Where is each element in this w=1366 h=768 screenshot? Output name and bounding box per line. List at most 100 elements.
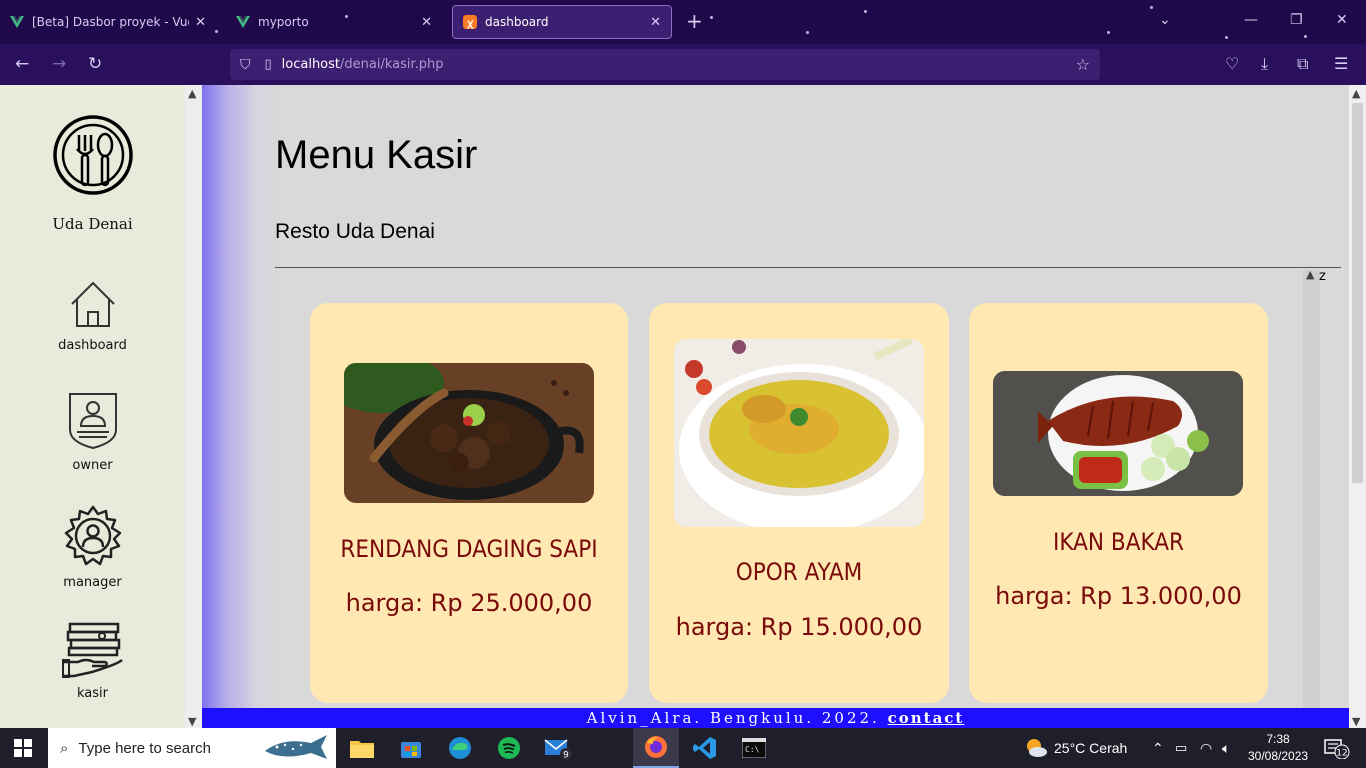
edge-icon[interactable]	[437, 728, 483, 768]
clock-date: 30/08/2023	[1248, 749, 1309, 763]
vscode-icon[interactable]	[682, 728, 728, 768]
partly-sunny-icon	[1027, 739, 1047, 757]
tab-label: [Beta] Dasbor proyek - Vue CLI	[32, 15, 189, 29]
sidebar-scrollbar[interactable]: ▲ ▼	[185, 85, 202, 728]
menu-item-name: IKAN BAKAR	[1053, 528, 1184, 556]
new-tab-button[interactable]: +	[686, 10, 703, 32]
ikan-bakar-photo	[993, 371, 1243, 496]
sidebar-item-owner[interactable]: owner	[0, 390, 185, 473]
weather-text: 25°C Cerah	[1054, 740, 1128, 756]
tab-label: dashboard	[485, 15, 549, 29]
firefox-icon[interactable]	[633, 728, 679, 768]
forward-icon[interactable]: →	[52, 54, 66, 74]
stray-label: z	[1319, 269, 1326, 284]
rendang-photo	[344, 363, 594, 503]
svg-text:C:\: C:\	[745, 745, 760, 754]
footer: Alvin_Alra. Bengkulu. 2022. contact	[202, 708, 1349, 728]
wifi-icon[interactable]: ◠	[1200, 728, 1212, 768]
sidebar-item-manager[interactable]: manager	[0, 505, 185, 590]
sidebar: Uda Denai dashboard owner manager kasir	[0, 85, 185, 728]
scroll-up-icon[interactable]: ▲	[188, 87, 196, 100]
page-subtitle: Resto Uda Denai	[275, 220, 435, 243]
page-scrollbar[interactable]: ▲ ▼	[1349, 85, 1366, 728]
close-icon[interactable]: ✕	[650, 15, 661, 30]
scroll-up-icon[interactable]: ▲	[1352, 87, 1360, 100]
close-window-icon[interactable]: ✕	[1336, 12, 1348, 28]
restore-icon[interactable]: ❐	[1290, 12, 1303, 28]
close-icon[interactable]: ✕	[195, 15, 206, 30]
gear-user-icon	[64, 505, 121, 566]
page-info-icon[interactable]: ▯	[265, 57, 272, 72]
tab-vue-cli[interactable]: [Beta] Dasbor proyek - Vue CLI ✕	[0, 5, 216, 39]
weather-widget[interactable]: 25°C Cerah	[1024, 728, 1127, 768]
search-icon: ⌕	[60, 739, 69, 757]
list-all-tabs-icon[interactable]: ⌄	[1159, 12, 1171, 28]
microsoft-store-icon[interactable]	[388, 728, 434, 768]
minimize-icon[interactable]: —	[1244, 12, 1258, 28]
menu-scrollbar[interactable]: ▲	[1303, 268, 1320, 728]
windows-start-icon[interactable]	[14, 739, 32, 757]
sidebar-item-label: dashboard	[58, 338, 127, 353]
xampp-icon: ꭓ	[463, 15, 477, 29]
browser-nav-bar: ← → ↻ ⛉ ▯ localhost/denai/kasir.php ☆ ♡ …	[0, 44, 1366, 85]
browser-tab-bar: [Beta] Dasbor proyek - Vue CLI ✕ myporto…	[0, 0, 1366, 44]
notification-count: 12	[1336, 749, 1347, 759]
volume-icon[interactable]: 🔈︎	[1222, 728, 1230, 768]
scrollbar-thumb[interactable]	[1352, 103, 1363, 483]
mail-badge: 9	[563, 751, 569, 761]
menu-item-name: OPOR AYAM	[735, 558, 863, 586]
sidebar-item-label: manager	[63, 575, 122, 590]
back-icon[interactable]: ←	[15, 54, 29, 74]
footer-text: Alvin_Alra. Bengkulu. 2022.	[586, 709, 880, 727]
sidebar-item-label: kasir	[77, 686, 108, 701]
brand-name: Uda Denai	[52, 215, 133, 233]
vue-icon	[236, 16, 250, 28]
downloads-icon[interactable]: ⤓	[1261, 54, 1268, 74]
opor-ayam-photo	[674, 339, 924, 527]
main-content: Menu Kasir Resto Uda Denai RENDANG DAGIN…	[202, 85, 1349, 728]
reload-icon[interactable]: ↻	[88, 54, 102, 74]
show-hidden-icons[interactable]: ⌃	[1152, 728, 1164, 768]
menu-item-price: harga: Rp 13.000,00	[995, 582, 1242, 610]
bookmark-star-icon[interactable]: ☆	[1076, 55, 1090, 74]
pocket-icon[interactable]: ♡	[1225, 54, 1239, 73]
contact-link[interactable]: contact	[888, 709, 965, 727]
taskbar-search[interactable]: ⌕ Type here to search	[48, 728, 336, 768]
menu-item-price: harga: Rp 25.000,00	[345, 589, 593, 617]
address-bar[interactable]: ⛉ ▯ localhost/denai/kasir.php ☆	[230, 49, 1100, 80]
tab-myporto[interactable]: myporto ✕	[226, 5, 442, 39]
sidebar-item-kasir[interactable]: kasir	[0, 622, 185, 701]
menu-item-price: harga: Rp 15.000,00	[675, 613, 923, 641]
close-icon[interactable]: ✕	[421, 15, 432, 30]
taskbar: ⌕ Type here to search 9 C:\ 25°C Cerah ⌃…	[0, 728, 1366, 768]
scroll-down-icon[interactable]: ▼	[188, 715, 196, 728]
spotify-icon[interactable]	[486, 728, 532, 768]
home-icon	[70, 281, 115, 327]
file-explorer-icon[interactable]	[339, 728, 385, 768]
sidebar-item-dashboard[interactable]: dashboard	[0, 280, 185, 353]
clock-time: 7:38	[1266, 732, 1290, 746]
notification-center-icon[interactable]: 12	[1324, 739, 1350, 759]
menu-card[interactable]: OPOR AYAM harga: Rp 15.000,00	[649, 303, 949, 703]
owner-badge-icon	[68, 393, 117, 450]
tracking-shield-icon[interactable]: ⛉	[240, 57, 251, 73]
url-host: localhost	[281, 57, 341, 72]
scroll-down-icon[interactable]: ▼	[1352, 715, 1360, 728]
battery-icon[interactable]: ▭	[1175, 728, 1187, 768]
sidebar-item-label: owner	[72, 458, 113, 473]
menu-icon[interactable]: ☰	[1334, 54, 1348, 73]
money-hand-icon	[61, 622, 123, 678]
restaurant-logo-icon	[53, 115, 133, 195]
mail-icon[interactable]: 9	[535, 728, 581, 768]
menu-card[interactable]: RENDANG DAGING SAPI harga: Rp 25.000,00	[310, 303, 628, 703]
menu-item-name: RENDANG DAGING SAPI	[340, 535, 598, 563]
scroll-up-icon[interactable]: ▲	[1306, 268, 1314, 281]
search-placeholder: Type here to search	[78, 739, 211, 757]
menu-card[interactable]: IKAN BAKAR harga: Rp 13.000,00	[969, 303, 1268, 703]
terminal-icon[interactable]: C:\	[731, 728, 777, 768]
tab-dashboard[interactable]: ꭓ dashboard ✕	[452, 5, 672, 39]
page-title: Menu Kasir	[275, 133, 478, 177]
web-page: Uda Denai dashboard owner manager kasir …	[0, 85, 1366, 728]
system-clock[interactable]: 7:38 30/08/2023	[1248, 731, 1308, 765]
extensions-icon[interactable]: ⧉	[1297, 54, 1308, 74]
